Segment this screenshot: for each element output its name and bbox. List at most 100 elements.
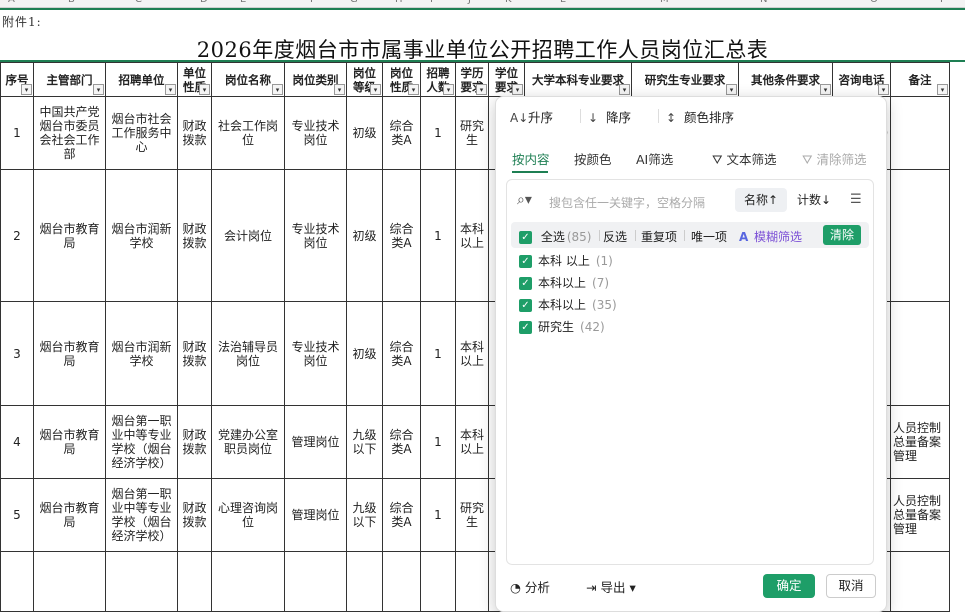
export-button[interactable]: ⇥ 导出 ▾ xyxy=(586,577,636,596)
column-letter[interactable]: L xyxy=(560,0,566,5)
filter-dropdown-icon[interactable]: ▾ xyxy=(21,84,32,95)
cell-empty[interactable] xyxy=(420,551,456,612)
cell-level[interactable]: 初级 xyxy=(346,301,383,406)
column-letter[interactable]: G xyxy=(350,0,358,5)
cell-unit[interactable]: 烟台市社会工作服务中心 xyxy=(105,96,178,170)
filter-dropdown-icon[interactable]: ▾ xyxy=(408,84,419,95)
cell-dept[interactable]: 烟台市教育局 xyxy=(33,405,106,479)
cell-dept[interactable]: 烟台市教育局 xyxy=(33,169,106,302)
cell-level[interactable]: 初级 xyxy=(346,96,383,170)
cell-no[interactable]: 1 xyxy=(0,96,34,170)
cell-category[interactable]: 专业技术岗位 xyxy=(284,96,347,170)
cell-nature[interactable]: 财政拨款 xyxy=(177,301,212,406)
column-letter[interactable]: I xyxy=(430,0,433,5)
cell-unit[interactable]: 烟台第一职业中等专业学校（烟台经济学校） xyxy=(105,405,178,479)
cell-no[interactable]: 4 xyxy=(0,405,34,479)
cell-empty[interactable] xyxy=(382,551,421,612)
filter-option[interactable]: ✓ 本科 以上 (1) xyxy=(519,252,613,269)
cell-unit[interactable]: 烟台第一职业中等专业学校（烟台经济学校） xyxy=(105,478,178,552)
cell-count[interactable]: 1 xyxy=(420,169,456,302)
invert-selection-button[interactable]: 反选 xyxy=(603,228,627,245)
filter-dropdown-icon[interactable]: ▾ xyxy=(726,84,737,95)
count-sort-button[interactable]: 计数↓ xyxy=(797,188,831,212)
column-letter[interactable]: D xyxy=(200,0,208,5)
column-letter[interactable]: B xyxy=(68,0,75,5)
filter-dropdown-icon[interactable]: ▾ xyxy=(370,84,381,95)
cell-edu[interactable]: 本科以上 xyxy=(455,301,489,406)
cell-nature[interactable]: 财政拨款 xyxy=(177,405,212,479)
column-letter[interactable]: A xyxy=(8,0,15,5)
cell-nature[interactable]: 财政拨款 xyxy=(177,96,212,170)
cell-type[interactable]: 综合类A xyxy=(382,478,421,552)
cell-level[interactable]: 九级以下 xyxy=(346,405,383,479)
sort-by-color-button[interactable]: ↕ 颜色排序 xyxy=(666,107,734,126)
filter-dropdown-icon[interactable]: ▾ xyxy=(878,84,889,95)
cell-empty[interactable] xyxy=(105,551,178,612)
cell-level[interactable]: 九级以下 xyxy=(346,478,383,552)
cell-empty[interactable] xyxy=(211,551,285,612)
clear-filter-button[interactable]: ⛛ 清除筛选 xyxy=(802,149,867,168)
cell-edu[interactable]: 本科以上 xyxy=(455,169,489,302)
column-letter[interactable]: O xyxy=(870,0,878,5)
cell-note[interactable] xyxy=(890,169,950,302)
cell-post[interactable]: 会计岗位 xyxy=(211,169,285,302)
column-letter[interactable]: E xyxy=(240,0,246,5)
column-letter[interactable]: M xyxy=(660,0,669,5)
filter-dropdown-icon[interactable]: ▾ xyxy=(476,84,487,95)
options-icon[interactable]: ☰ xyxy=(850,192,862,207)
ok-button[interactable]: 确定 xyxy=(763,574,815,598)
search-input[interactable] xyxy=(547,192,731,214)
cell-type[interactable]: 综合类A xyxy=(382,169,421,302)
cell-type[interactable]: 综合类A xyxy=(382,405,421,479)
sort-ascending-button[interactable]: A↓升序 xyxy=(510,107,553,126)
cell-category[interactable]: 专业技术岗位 xyxy=(284,301,347,406)
cell-post[interactable]: 法治辅导员岗位 xyxy=(211,301,285,406)
cell-no[interactable]: 3 xyxy=(0,301,34,406)
cell-note[interactable]: 人员控制总量备案管理 xyxy=(890,478,950,552)
sort-descending-button[interactable]: ↓ 降序 xyxy=(588,107,631,126)
cell-empty[interactable] xyxy=(346,551,383,612)
filter-dropdown-icon[interactable]: ▾ xyxy=(443,84,454,95)
filter-option[interactable]: ✓ 本科以上 (7) xyxy=(519,274,609,291)
column-letter[interactable]: P xyxy=(940,0,946,5)
tab-text-filter[interactable]: ⛛ 文本筛选 xyxy=(712,149,777,168)
cell-empty[interactable] xyxy=(177,551,212,612)
cell-unit[interactable]: 烟台市润新学校 xyxy=(105,169,178,302)
cell-no[interactable]: 5 xyxy=(0,478,34,552)
cell-empty[interactable] xyxy=(890,551,950,612)
cell-note[interactable] xyxy=(890,301,950,406)
filter-option[interactable]: ✓ 本科以上 (35) xyxy=(519,296,617,313)
column-letter[interactable]: C xyxy=(135,0,142,5)
column-letter[interactable]: J xyxy=(468,0,471,5)
filter-dropdown-icon[interactable]: ▾ xyxy=(619,84,630,95)
cell-count[interactable]: 1 xyxy=(420,96,456,170)
filter-dropdown-icon[interactable]: ▾ xyxy=(937,84,948,95)
column-letter[interactable]: N xyxy=(760,0,767,5)
cell-empty[interactable] xyxy=(284,551,347,612)
cell-category[interactable]: 管理岗位 xyxy=(284,478,347,552)
cell-level[interactable]: 初级 xyxy=(346,169,383,302)
cell-edu[interactable]: 研究生 xyxy=(455,478,489,552)
cell-post[interactable]: 社会工作岗位 xyxy=(211,96,285,170)
filter-dropdown-icon[interactable]: ▾ xyxy=(334,84,345,95)
cell-empty[interactable] xyxy=(455,551,489,612)
cell-nature[interactable]: 财政拨款 xyxy=(177,478,212,552)
fuzzy-filter-button[interactable]: A 模糊筛选 xyxy=(739,228,802,245)
filter-dropdown-icon[interactable]: ▾ xyxy=(199,84,210,95)
column-letter[interactable]: K xyxy=(505,0,512,5)
search-icon[interactable]: ⌕▾ xyxy=(517,192,537,212)
unique-button[interactable]: 唯一项 xyxy=(691,228,727,245)
tab-by-content[interactable]: 按内容 xyxy=(512,149,550,173)
cell-edu[interactable]: 本科以上 xyxy=(455,405,489,479)
tab-ai-filter[interactable]: AI筛选 xyxy=(636,149,673,168)
filter-dropdown-icon[interactable]: ▾ xyxy=(272,84,283,95)
cell-note[interactable] xyxy=(890,96,950,170)
cell-count[interactable]: 1 xyxy=(420,405,456,479)
cell-unit[interactable]: 烟台市润新学校 xyxy=(105,301,178,406)
filter-dropdown-icon[interactable]: ▾ xyxy=(820,84,831,95)
cell-dept[interactable]: 烟台市教育局 xyxy=(33,478,106,552)
duplicates-button[interactable]: 重复项 xyxy=(641,228,677,245)
cell-nature[interactable]: 财政拨款 xyxy=(177,169,212,302)
select-all-checkbox[interactable]: ✓ 全选 (85) xyxy=(519,228,591,245)
cell-count[interactable]: 1 xyxy=(420,301,456,406)
